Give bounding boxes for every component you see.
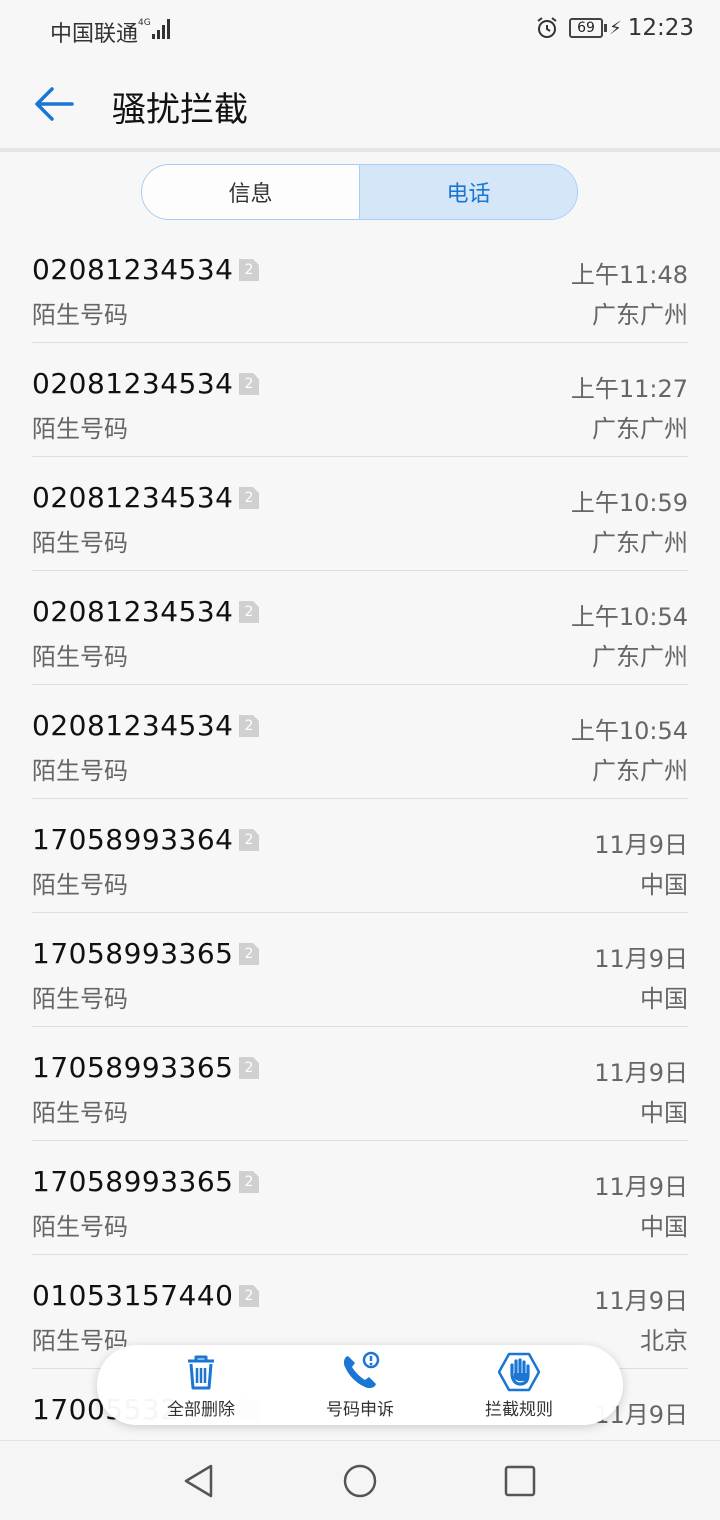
call-time: 11月9日 xyxy=(594,945,688,973)
call-row[interactable]: 17058993365 2 陌生号码 11月9日中国 xyxy=(32,1027,688,1141)
caller-label: 陌生号码 xyxy=(32,985,128,1013)
caller-label: 陌生号码 xyxy=(32,529,128,557)
number-appeal-button[interactable]: 号码申诉 xyxy=(290,1351,430,1421)
sim-card-icon: 2 xyxy=(239,829,259,851)
battery-icon: 69 xyxy=(569,18,608,38)
tab-switcher: 信息 电话 xyxy=(141,164,578,220)
sim-card-icon: 2 xyxy=(239,601,259,623)
status-right: 69 ⚡ 12:23 xyxy=(535,15,694,41)
phone-number: 17058993365 xyxy=(32,1051,234,1084)
call-row[interactable]: 17058993365 2 陌生号码 11月9日中国 xyxy=(32,913,688,1027)
caller-location: 北京 xyxy=(640,1327,688,1355)
call-time: 11月9日 xyxy=(594,831,688,859)
call-time: 上午10:54 xyxy=(570,603,688,631)
caller-label: 陌生号码 xyxy=(32,301,128,329)
phone-number: 02081234534 xyxy=(32,253,234,286)
tab-messages[interactable]: 信息 xyxy=(142,165,359,219)
block-rules-label: 拦截规则 xyxy=(485,1400,553,1420)
caller-location: 广东广州 xyxy=(592,643,688,671)
caller-location: 广东广州 xyxy=(592,415,688,443)
arrow-left-icon[interactable] xyxy=(28,78,80,130)
status-bar: 中国联通 4G 69 ⚡ 12:23 xyxy=(0,0,720,58)
delete-all-button[interactable]: 全部删除 xyxy=(131,1351,271,1421)
number-appeal-label: 号码申诉 xyxy=(326,1400,394,1420)
call-time: 上午10:54 xyxy=(570,717,688,745)
caller-label: 陌生号码 xyxy=(32,643,128,671)
call-row[interactable]: 02081234534 2 陌生号码 上午10:54 广东广州 xyxy=(32,571,688,685)
block-rules-button[interactable]: 拦截规则 xyxy=(449,1351,589,1421)
delete-all-label: 全部删除 xyxy=(167,1400,235,1420)
phone-number: 02081234534 xyxy=(32,367,234,400)
clock: 12:23 xyxy=(627,15,694,41)
call-time: 上午11:48 xyxy=(570,261,688,289)
call-row[interactable]: 17058993364 2 陌生号码 11月9日中国 xyxy=(32,799,688,913)
back-triangle-icon[interactable] xyxy=(180,1461,220,1501)
call-row[interactable]: 17058993365 2 陌生号码 11月9日中国 xyxy=(32,1141,688,1255)
tab-calls[interactable]: 电话 xyxy=(359,165,577,219)
caller-location: 广东广州 xyxy=(592,529,688,557)
sim-card-icon: 2 xyxy=(239,487,259,509)
caller-label: 陌生号码 xyxy=(32,1213,128,1241)
hand-stop-icon xyxy=(498,1352,540,1392)
system-nav-bar xyxy=(0,1440,720,1520)
caller-label: 陌生号码 xyxy=(32,1099,128,1127)
sim-card-icon: 2 xyxy=(239,373,259,395)
trash-icon xyxy=(188,1355,214,1390)
signal-icon: 4G xyxy=(138,18,170,39)
page-title: 骚扰拦截 xyxy=(112,90,248,130)
recents-square-icon[interactable] xyxy=(500,1461,540,1501)
alarm-icon xyxy=(537,17,557,38)
call-time: 11月9日 xyxy=(594,1173,688,1201)
charging-icon: ⚡ xyxy=(609,17,622,39)
caller-label: 陌生号码 xyxy=(32,871,128,899)
caller-location: 中国 xyxy=(640,1213,688,1241)
caller-location: 广东广州 xyxy=(592,757,688,785)
caller-label: 陌生号码 xyxy=(32,757,128,785)
phone-alert-icon xyxy=(343,1351,380,1389)
phone-number: 02081234534 xyxy=(32,709,234,742)
network-type: 4G xyxy=(138,18,151,28)
phone-number: 02081234534 xyxy=(32,595,234,628)
phone-number: 17058993365 xyxy=(32,1165,234,1198)
call-time: 11月9日 xyxy=(594,1059,688,1087)
phone-number: 17058993365 xyxy=(32,937,234,970)
call-time: 上午11:27 xyxy=(570,375,688,403)
call-time: 上午10:59 xyxy=(570,489,688,517)
caller-location: 广东广州 xyxy=(592,301,688,329)
call-row[interactable]: 02081234534 2 陌生号码 上午11:48 广东广州 xyxy=(32,229,688,343)
phone-number: 17058993364 xyxy=(32,823,234,856)
caller-location: 中国 xyxy=(640,871,688,899)
call-row[interactable]: 02081234534 2 陌生号码 上午10:59 广东广州 xyxy=(32,457,688,571)
action-bar: 全部删除 号码申诉 拦截规则 xyxy=(97,1345,623,1425)
sim-card-icon: 2 xyxy=(239,1057,259,1079)
caller-label: 陌生号码 xyxy=(32,415,128,443)
sim-card-icon: 2 xyxy=(239,1285,259,1307)
call-time: 11月9日 xyxy=(594,1287,688,1315)
header-divider xyxy=(0,148,720,152)
phone-number: 01053157440 xyxy=(32,1279,234,1312)
sim-card-icon: 2 xyxy=(239,259,259,281)
caller-label: 陌生号码 xyxy=(32,1327,128,1355)
sim-card-icon: 2 xyxy=(239,715,259,737)
caller-location: 中国 xyxy=(640,1099,688,1127)
sim-card-icon: 2 xyxy=(239,1171,259,1193)
call-row[interactable]: 02081234534 2 陌生号码 上午10:54 广东广州 xyxy=(32,685,688,799)
caller-location: 中国 xyxy=(640,985,688,1013)
call-row[interactable]: 02081234534 2 陌生号码 上午11:27 广东广州 xyxy=(32,343,688,457)
phone-number: 02081234534 xyxy=(32,481,234,514)
blocked-call-list: 02081234534 2 陌生号码 上午11:48 广东广州 02081234534 2 陌… xyxy=(32,229,688,1483)
sim-card-icon: 2 xyxy=(239,943,259,965)
carrier-name: 中国联通 xyxy=(50,22,139,47)
app-header: 骚扰拦截 xyxy=(0,58,720,150)
home-circle-icon[interactable] xyxy=(340,1461,380,1501)
